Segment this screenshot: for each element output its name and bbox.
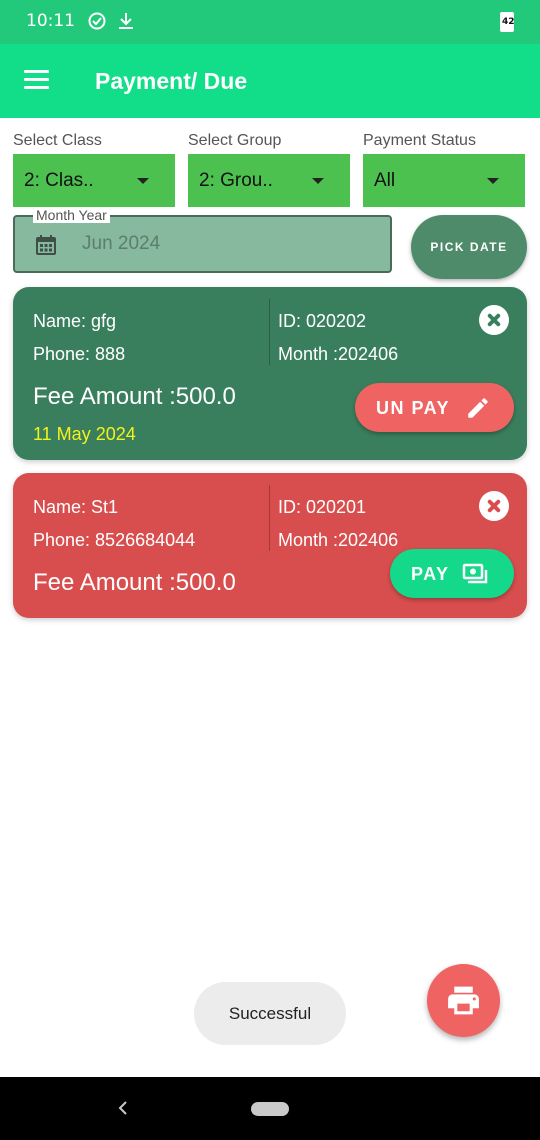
student-phone: Phone: 8526684044	[33, 530, 196, 550]
payment-card: Name: gfg Phone: 888 ID: 020202 Month :2…	[13, 287, 527, 460]
home-pill-icon[interactable]	[251, 1102, 289, 1116]
student-name: Name: St1	[33, 497, 119, 517]
unpay-button[interactable]: UN PAY	[355, 383, 514, 432]
month-year-field[interactable]: Month Year Jun 2024	[13, 207, 392, 273]
class-dropdown-value: 2: Clas..	[24, 170, 94, 191]
back-icon[interactable]	[113, 1098, 133, 1118]
group-filter-label: Select Group	[188, 132, 282, 149]
student-id: ID: 020202	[278, 311, 367, 331]
unpay-button-label: UN PAY	[376, 398, 451, 418]
close-icon[interactable]	[479, 305, 509, 335]
payment-status-label: Payment Status	[363, 132, 476, 149]
payment-status-dropdown[interactable]: All	[363, 154, 525, 207]
month-year-label: Month Year	[33, 207, 110, 223]
battery-icon: 42	[500, 12, 515, 32]
student-name: Name: gfg	[33, 311, 117, 331]
check-circle-icon	[88, 12, 106, 30]
page-title: Payment/ Due	[95, 68, 248, 94]
download-icon	[119, 13, 133, 29]
payment-month: Month :202406	[278, 530, 399, 550]
payments-icon	[462, 563, 488, 584]
pay-button[interactable]: PAY	[390, 549, 514, 598]
payment-month: Month :202406	[278, 344, 399, 364]
fee-amount: Fee Amount :500.0	[33, 383, 236, 410]
fee-amount: Fee Amount :500.0	[33, 569, 236, 596]
toast-message: Successful	[194, 982, 346, 1045]
status-time: 10:11	[26, 11, 75, 31]
group-dropdown-value: 2: Grou..	[199, 170, 273, 191]
class-filter-label: Select Class	[13, 132, 102, 149]
group-filter: Select Group 2: Grou..	[188, 132, 350, 207]
payment-status-value: All	[374, 170, 396, 191]
pencil-icon	[468, 398, 488, 418]
student-phone: Phone: 888	[33, 344, 126, 364]
card-divider	[269, 299, 270, 365]
payment-card: Name: St1 Phone: 8526684044 ID: 020201 M…	[13, 473, 527, 618]
student-id: ID: 020201	[278, 497, 367, 517]
print-button[interactable]	[427, 964, 500, 1037]
class-dropdown[interactable]: 2: Clas..	[13, 154, 175, 207]
caret-down-icon	[137, 178, 149, 184]
calendar-icon	[36, 235, 56, 255]
pick-date-button[interactable]: PICK DATE	[411, 215, 527, 279]
payment-status-filter: Payment Status All	[363, 132, 525, 207]
pay-button-label: PAY	[411, 564, 450, 584]
card-divider	[269, 485, 270, 551]
payment-date: 11 May 2024	[33, 424, 136, 444]
close-icon[interactable]	[479, 491, 509, 521]
app-bar: Payment/ Due	[0, 44, 540, 118]
caret-down-icon	[312, 178, 324, 184]
status-bar: 10:11 42	[0, 0, 540, 44]
menu-icon[interactable]	[24, 70, 49, 90]
class-filter: Select Class 2: Clas..	[13, 132, 175, 207]
month-year-value: Jun 2024	[82, 233, 161, 254]
printer-icon	[448, 986, 479, 1015]
caret-down-icon	[487, 178, 499, 184]
group-dropdown[interactable]: 2: Grou..	[188, 154, 350, 207]
